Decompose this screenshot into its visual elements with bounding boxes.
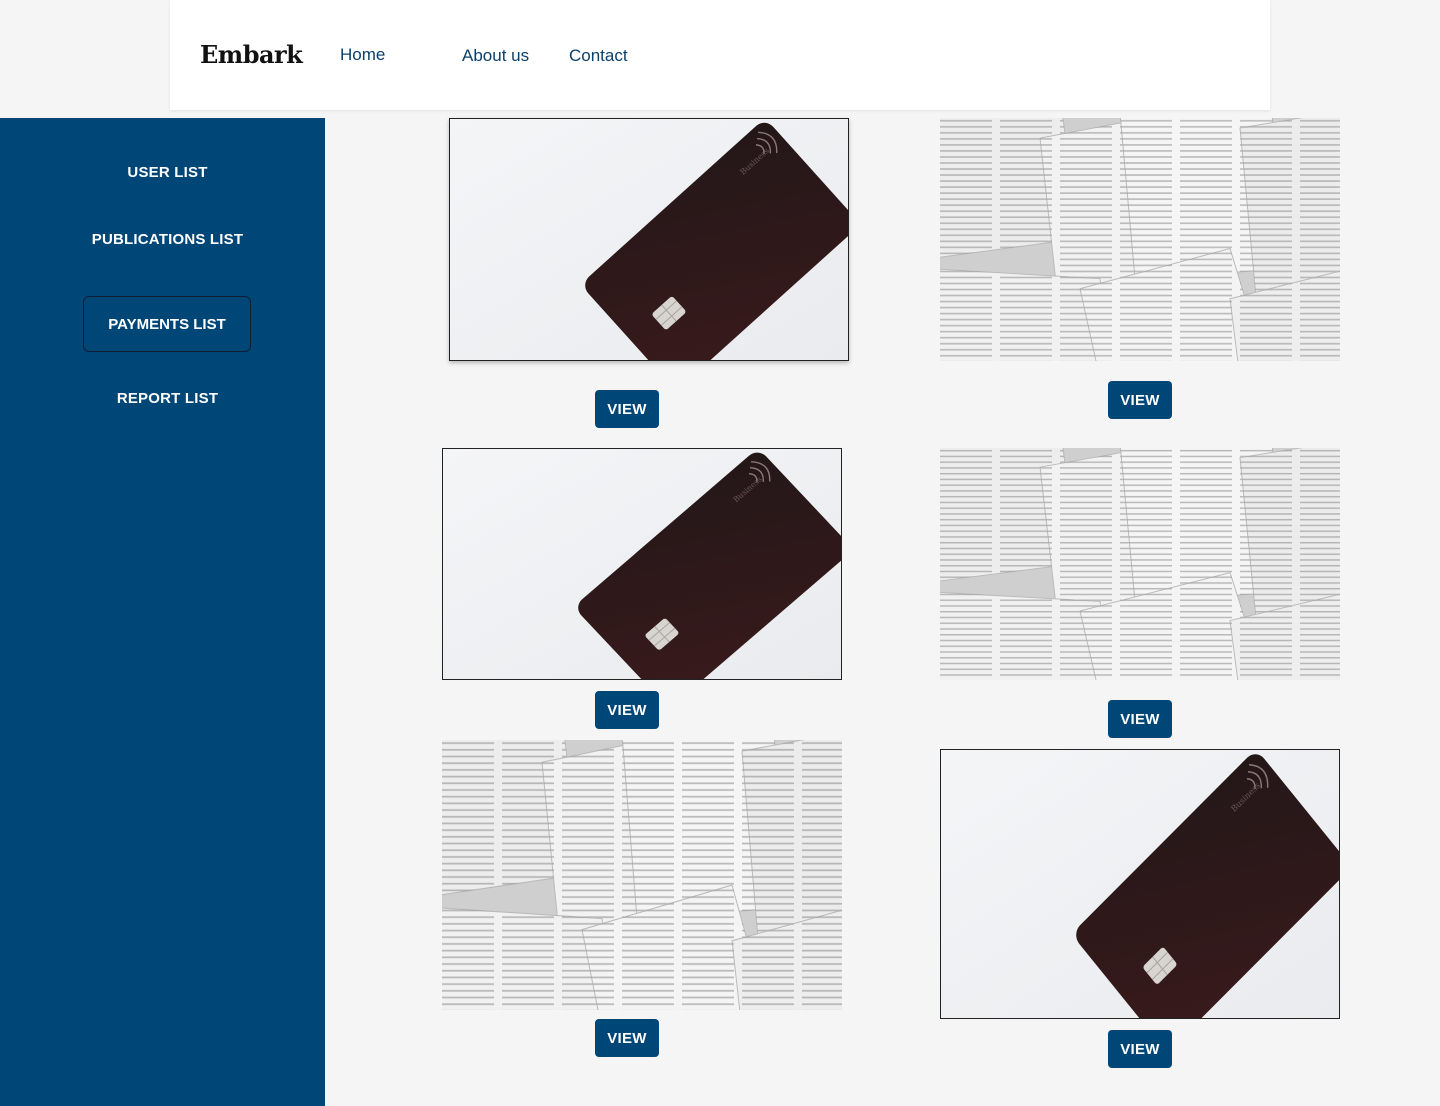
- view-button[interactable]: VIEW: [595, 1019, 659, 1057]
- open-books-photo: [940, 118, 1340, 361]
- view-button[interactable]: VIEW: [1108, 381, 1172, 419]
- sidebar-item-publications-list[interactable]: PUBLICATIONS LIST: [0, 231, 335, 248]
- open-books-photo: [940, 448, 1340, 680]
- nav-home-link[interactable]: Home: [340, 45, 385, 65]
- sidebar-item-user-list[interactable]: USER LIST: [0, 164, 335, 181]
- view-button[interactable]: VIEW: [1108, 1030, 1172, 1068]
- sidebar-item-report-list[interactable]: REPORT LIST: [0, 390, 335, 407]
- open-books-photo: [442, 740, 842, 1010]
- sidebar: USER LIST PUBLICATIONS LIST PAYMENTS LIS…: [0, 118, 325, 1106]
- top-navbar: Embark Home About us Contact: [170, 0, 1270, 110]
- embark-logo[interactable]: Embark: [200, 40, 303, 69]
- view-button[interactable]: VIEW: [595, 390, 659, 428]
- card-image-credit-card: [940, 749, 1340, 1019]
- view-button[interactable]: VIEW: [595, 691, 659, 729]
- card-image-books: [940, 118, 1340, 361]
- view-button[interactable]: VIEW: [1108, 700, 1172, 738]
- nav-about-link[interactable]: About us: [462, 46, 529, 66]
- credit-card-photo: [450, 119, 848, 360]
- nav-contact-link[interactable]: Contact: [569, 46, 628, 66]
- credit-card-photo: [941, 750, 1339, 1018]
- card-image-books: [940, 448, 1340, 680]
- card-image-credit-card: [442, 448, 842, 680]
- card-image-credit-card: [449, 118, 849, 361]
- card-image-books: [442, 740, 842, 1010]
- credit-card-photo: [443, 449, 841, 679]
- sidebar-item-payments-list[interactable]: PAYMENTS LIST: [83, 296, 251, 352]
